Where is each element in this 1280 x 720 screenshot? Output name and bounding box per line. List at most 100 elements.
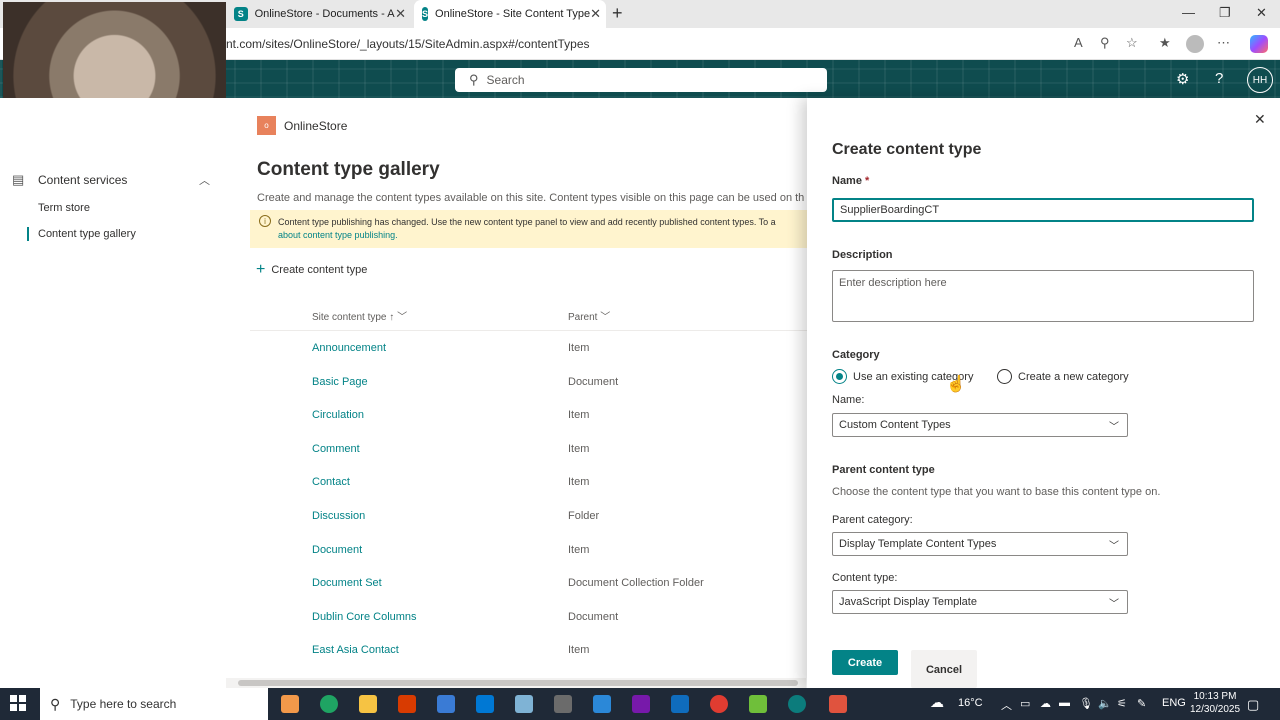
language-indicator[interactable]: ENG [1162,697,1186,709]
windows-start-icon[interactable] [10,695,26,711]
scrollbar-thumb[interactable] [238,680,798,686]
column-header-site-content-type[interactable]: Site content type ↑ ﹀ [312,308,407,323]
row-content-type-link[interactable]: Circulation [312,409,364,421]
dropdown-value: Custom Content Types [839,419,951,431]
search-icon: ⚲ [469,72,479,87]
browser-profile-avatar[interactable] [1186,35,1204,53]
clock-date: 12/30/2025 [1190,704,1241,715]
maximize-icon[interactable]: ❐ [1219,5,1231,21]
url-field[interactable]: nt.com/sites/OnlineStore/_layouts/15/Sit… [226,37,590,51]
row-content-type-link[interactable]: Announcement [312,342,386,354]
panel-title: Create content type [832,141,982,158]
site-logo[interactable]: o [257,116,276,135]
plus-icon: + [256,261,266,278]
microphone-icon[interactable]: 🎙 [1079,697,1093,710]
description-field[interactable] [832,270,1254,322]
chevron-down-icon: ﹀ [1109,422,1119,433]
row-content-type-link[interactable]: Comment [312,443,360,455]
name-field[interactable] [832,198,1254,222]
chevron-up-icon[interactable]: ︿ [199,172,210,188]
user-avatar[interactable]: HH [1247,67,1273,93]
row-parent: Item [568,443,590,455]
banner-learn-more-link[interactable]: about content type publishing. [278,230,398,240]
battery-icon[interactable]: ▬ [1059,697,1070,709]
create-button[interactable]: Create [832,650,898,675]
parent-content-type-hint: Choose the content type that you want to… [832,486,1161,498]
favorites-icon[interactable]: ★ [1159,35,1171,51]
office-app-icon[interactable] [398,695,416,713]
tray-chevron-icon[interactable]: ︿ [1001,697,1012,713]
close-panel-icon[interactable]: ✕ [1254,111,1266,128]
download-app-icon[interactable] [671,695,689,713]
radio-create-new-category[interactable]: Create a new category [997,369,1129,384]
row-parent: Document Collection Folder [568,577,704,589]
pdf-app-icon[interactable] [710,695,728,713]
name-label-text: Name [832,175,862,187]
taskbar-search-box[interactable]: ⚲ Type here to search [40,688,268,720]
close-tab-icon[interactable]: ✕ [590,6,601,22]
create-content-type-command[interactable]: + Create content type [256,261,367,278]
notifications-icon[interactable]: ▢ [1247,697,1259,713]
file-explorer-icon[interactable] [359,695,377,713]
parent-category-label: Parent category: [832,514,913,526]
close-tab-icon[interactable]: ✕ [395,6,406,22]
row-content-type-link[interactable]: Document [312,544,362,556]
nav-item-term-store[interactable]: Term store [38,202,90,214]
content-type-dropdown[interactable]: JavaScript Display Template ﹀ [832,590,1128,614]
parent-category-dropdown[interactable]: Display Template Content Types ﹀ [832,532,1128,556]
nav-selection-indicator [27,227,29,241]
category-name-dropdown[interactable]: Custom Content Types ﹀ [832,413,1128,437]
copilot-icon[interactable] [1250,35,1268,53]
cloud-icon[interactable]: ☁ [1040,697,1051,710]
app-icon[interactable] [749,695,767,713]
window-close-icon[interactable]: ✕ [1256,5,1267,21]
temperature[interactable]: 16°C [958,697,983,709]
radio-selected-indicator [832,369,847,384]
help-icon[interactable]: ? [1215,70,1223,87]
row-content-type-link[interactable]: Basic Page [312,376,368,388]
outlook-app-icon[interactable] [476,695,494,713]
row-content-type-link[interactable]: Contact [312,476,350,488]
page-title: Content type gallery [257,159,440,180]
app-icon[interactable] [829,695,847,713]
store-app-icon[interactable] [437,695,455,713]
row-parent: Item [568,476,590,488]
minimize-icon[interactable]: — [1182,5,1195,20]
row-content-type-link[interactable]: Discussion [312,510,365,522]
more-menu-icon[interactable]: ⋯ [1217,35,1230,51]
translate-icon[interactable]: ⚲ [1100,35,1110,51]
app-icon[interactable] [593,695,611,713]
tray-app-icon[interactable]: ▭ [1020,697,1030,710]
app-icon[interactable] [554,695,572,713]
site-name[interactable]: OnlineStore [284,119,347,133]
dropdown-value: Display Template Content Types [839,538,997,550]
network-icon[interactable]: ⚟ [1117,697,1127,710]
system-clock[interactable]: 10:13 PM 12/30/2025 [1190,690,1240,716]
column-header-parent[interactable]: Parent ﹀ [568,308,610,323]
pen-icon[interactable]: ✎ [1137,697,1146,710]
settings-gear-icon[interactable]: ⚙ [1176,70,1189,88]
cancel-button[interactable]: Cancel [911,650,977,688]
app-icon[interactable] [515,695,533,713]
volume-icon[interactable]: 🔈 [1098,697,1112,710]
nav-item-content-type-gallery[interactable]: Content type gallery [38,228,136,240]
new-tab-icon[interactable]: + [612,3,623,24]
edge-active-app-icon[interactable] [788,695,806,713]
row-content-type-link[interactable]: Document Set [312,577,382,589]
browser-tab-documents[interactable]: S OnlineStore - Documents - All Do ✕ [226,0,414,28]
favorite-star-icon[interactable]: ☆ [1126,35,1138,51]
browser-tab-content-type[interactable]: S OnlineStore - Site Content Type ✕ [414,0,606,28]
row-content-type-link[interactable]: East Asia Contact [312,644,399,656]
dropdown-value: JavaScript Display Template [839,596,977,608]
read-aloud-icon[interactable]: A [1074,35,1083,50]
nav-group-content-services[interactable]: Content services [38,173,127,187]
row-content-type-link[interactable]: Dublin Core Columns [312,611,417,623]
site-search-box[interactable]: ⚲ Search [455,68,827,92]
copilot-app-icon[interactable] [281,695,299,713]
page-description: Create and manage the content types avai… [257,192,805,204]
onenote-app-icon[interactable] [632,695,650,713]
edge-app-icon[interactable] [320,695,338,713]
weather-icon[interactable]: ☁ [930,694,944,711]
row-parent: Item [568,342,590,354]
row-parent: Item [568,544,590,556]
